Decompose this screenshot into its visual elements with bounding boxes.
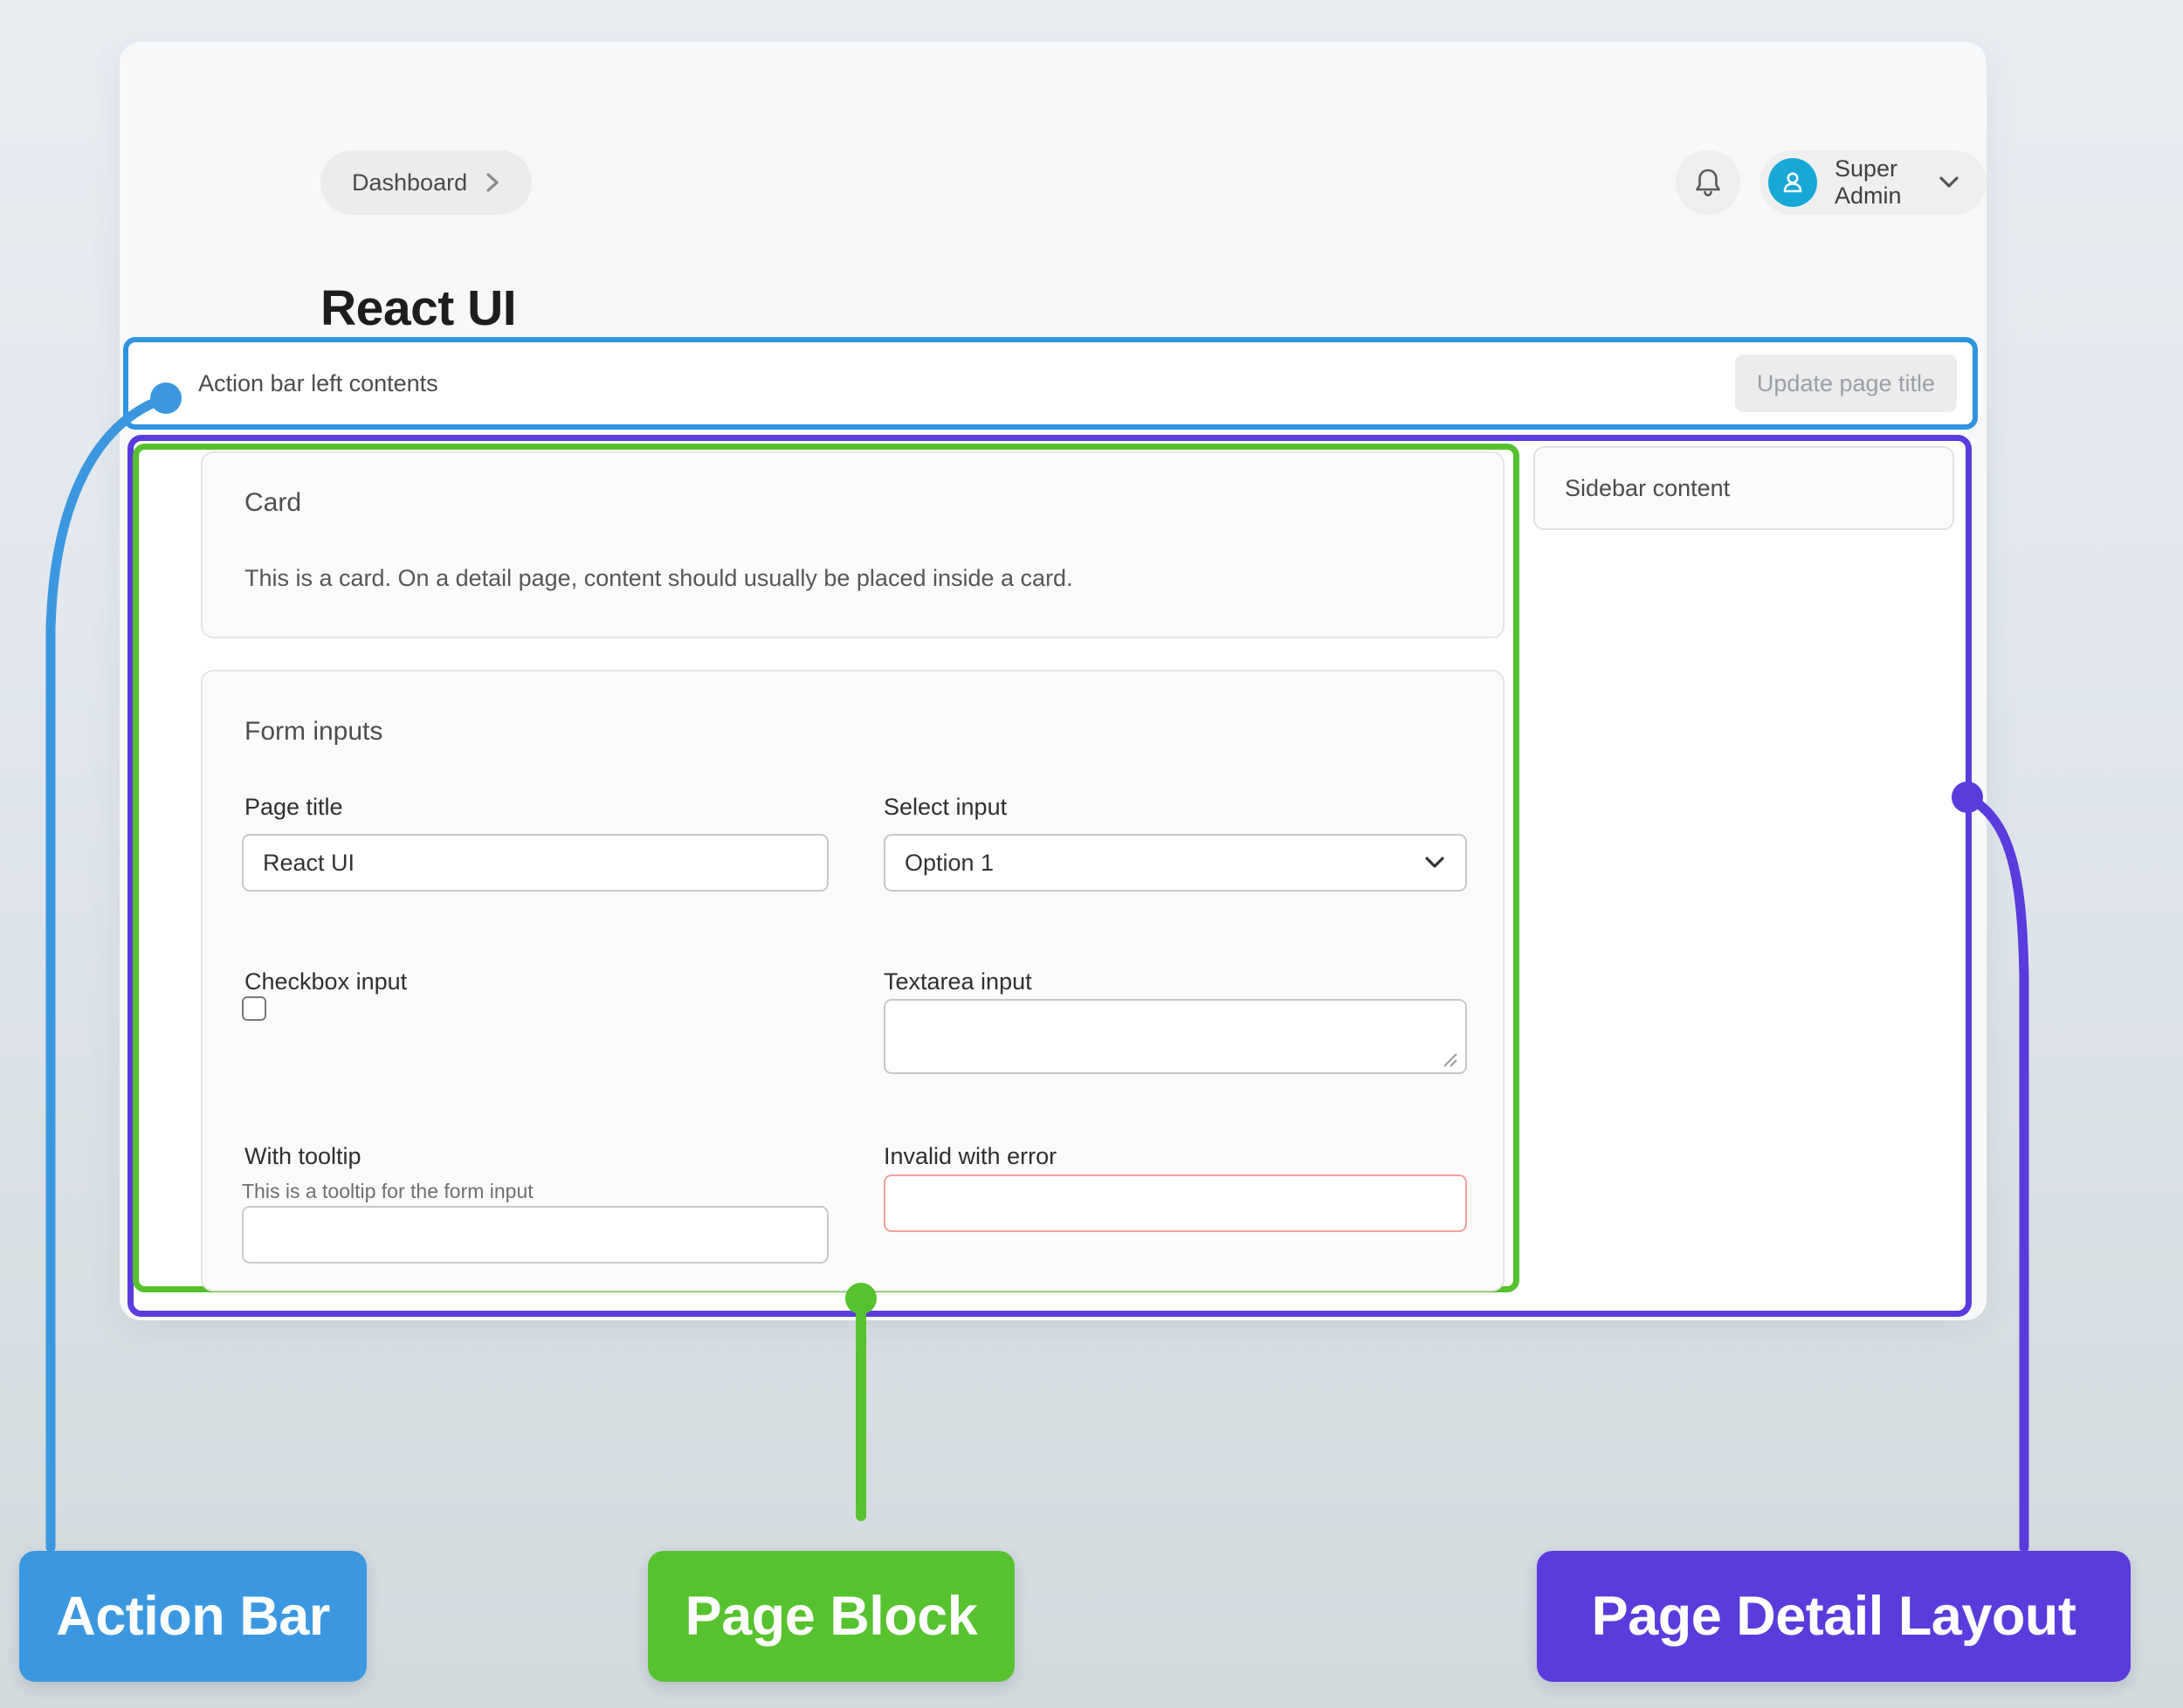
card-title: Card xyxy=(244,488,301,518)
bell-icon xyxy=(1693,167,1723,198)
tooltip-field-label: With tooltip xyxy=(244,1143,362,1170)
sidebar-content-card: Sidebar content xyxy=(1533,446,1954,530)
textarea-field-label: Textarea input xyxy=(884,968,1032,995)
account-menu[interactable]: Super Admin xyxy=(1759,150,1987,215)
annotation-label-page-block: Page Block xyxy=(648,1551,1015,1682)
card-body-text: This is a card. On a detail page, conten… xyxy=(244,565,1073,592)
form-card-title: Form inputs xyxy=(244,717,382,747)
checkbox-field-label: Checkbox input xyxy=(244,968,407,995)
annotation-label-page-block-text: Page Block xyxy=(685,1585,978,1648)
invalid-field-label: Invalid with error xyxy=(884,1143,1057,1170)
notifications-button[interactable] xyxy=(1676,150,1740,215)
textarea-input[interactable] xyxy=(884,999,1467,1074)
select-field-label: Select input xyxy=(884,794,1007,821)
select-input[interactable]: Option 1 xyxy=(884,834,1467,892)
select-selected-value: Option 1 xyxy=(905,850,994,877)
update-page-title-button[interactable]: Update page title xyxy=(1735,355,1957,412)
annotation-label-action-bar: Action Bar xyxy=(19,1551,367,1682)
breadcrumb-label: Dashboard xyxy=(352,169,467,196)
form-card: Form inputs Page title Select input Opti… xyxy=(201,670,1505,1291)
action-bar: Action bar left contents Update page tit… xyxy=(123,337,1978,430)
screenshot-stage: Dashboard Super Admin xyxy=(0,0,2183,1708)
invalid-input[interactable] xyxy=(884,1174,1467,1232)
page-title: React UI xyxy=(320,279,516,337)
tooltip-helper-text: This is a tooltip for the form input xyxy=(242,1180,534,1203)
annotation-label-action-bar-text: Action Bar xyxy=(56,1585,330,1648)
tooltip-input[interactable] xyxy=(242,1206,829,1264)
action-bar-left-contents: Action bar left contents xyxy=(198,370,438,397)
checkbox-input[interactable] xyxy=(242,996,266,1021)
annotation-label-page-detail-layout-text: Page Detail Layout xyxy=(1592,1585,2076,1648)
annotation-label-page-detail-layout: Page Detail Layout xyxy=(1537,1551,2131,1682)
chevron-down-icon xyxy=(1938,175,1960,190)
select-chevron-down-icon xyxy=(1423,855,1446,871)
chevron-right-icon xyxy=(485,171,500,194)
breadcrumb[interactable]: Dashboard xyxy=(320,150,532,215)
account-name: Super Admin xyxy=(1835,155,1920,210)
content-card: Card This is a card. On a detail page, c… xyxy=(201,451,1505,638)
avatar xyxy=(1768,158,1817,207)
page-title-input[interactable] xyxy=(242,834,829,892)
sidebar-content-text: Sidebar content xyxy=(1565,475,1730,502)
page-title-field-label: Page title xyxy=(244,794,343,821)
